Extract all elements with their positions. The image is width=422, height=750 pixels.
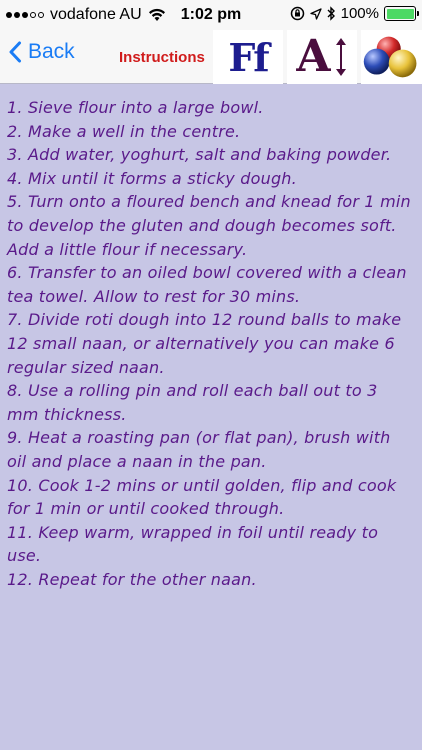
bluetooth-icon [327,6,335,21]
instruction-step: 1. Sieve flour into a large bowl. [7,98,264,117]
font-style-button[interactable]: Ff [213,30,283,84]
instruction-list: 1. Sieve flour into a large bowl. 2. Mak… [7,96,414,591]
instruction-step: 3. Add water, yoghurt, salt and baking p… [7,145,392,165]
status-bar: vodafone AU 1:02 pm 100% [0,0,422,30]
font-size-button[interactable]: A [287,30,357,84]
instruction-step: 7. Divide roti dough into 12 round balls… [7,310,402,377]
instruction-step: 9. Heat a roasting pan (or flat pan), br… [7,428,391,471]
status-right: 100% [290,5,419,22]
instruction-step: 11. Keep warm, wrapped in foil until rea… [7,522,379,566]
instruction-step: 6. Transfer to an oiled bowl covered wit… [7,263,407,306]
chevron-left-icon [9,41,21,63]
battery-level [386,8,414,19]
instruction-step: 5. Turn onto a floured bench and knead f… [7,192,411,259]
instruction-step: 2. Make a well in the centre. [7,121,241,141]
location-icon [309,7,322,20]
instructions-content[interactable]: 1. Sieve flour into a large bowl. 2. Mak… [0,84,422,750]
font-size-label: A [296,31,331,82]
instruction-step: 10. Cook 1-2 mins or until golden, flip … [7,475,397,519]
font-style-icon: Ff [228,34,269,80]
battery-percent: 100% [340,5,379,22]
instruction-step: 8. Use a rolling pin and roll each ball … [7,381,378,424]
color-balls-icon [363,36,417,78]
back-button-label: Back [28,40,75,63]
font-style-label: Ff [228,34,269,80]
navigation-bar: Back Instructions Ff A [0,30,422,84]
page-title: Instructions [119,49,205,66]
battery-icon [384,6,419,21]
orientation-lock-icon [290,6,304,21]
color-theme-button[interactable] [361,30,422,84]
instruction-step: 4. Mix until it forms a sticky dough. [7,168,297,188]
resize-vertical-icon [335,38,346,76]
back-button[interactable]: Back [8,40,75,64]
instruction-step: 12. Repeat for the other naan. [7,569,257,589]
